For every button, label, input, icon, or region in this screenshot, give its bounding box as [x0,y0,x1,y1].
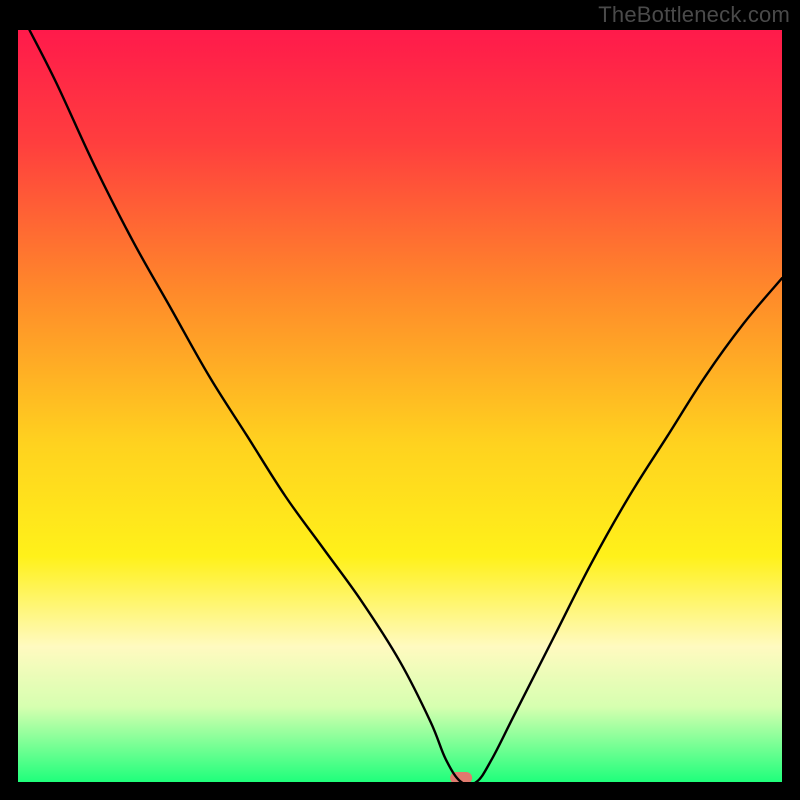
chart-svg [18,30,782,782]
plot-area [18,30,782,782]
watermark-text: TheBottleneck.com [598,2,790,28]
chart-background [18,30,782,782]
chart-container: TheBottleneck.com [0,0,800,800]
